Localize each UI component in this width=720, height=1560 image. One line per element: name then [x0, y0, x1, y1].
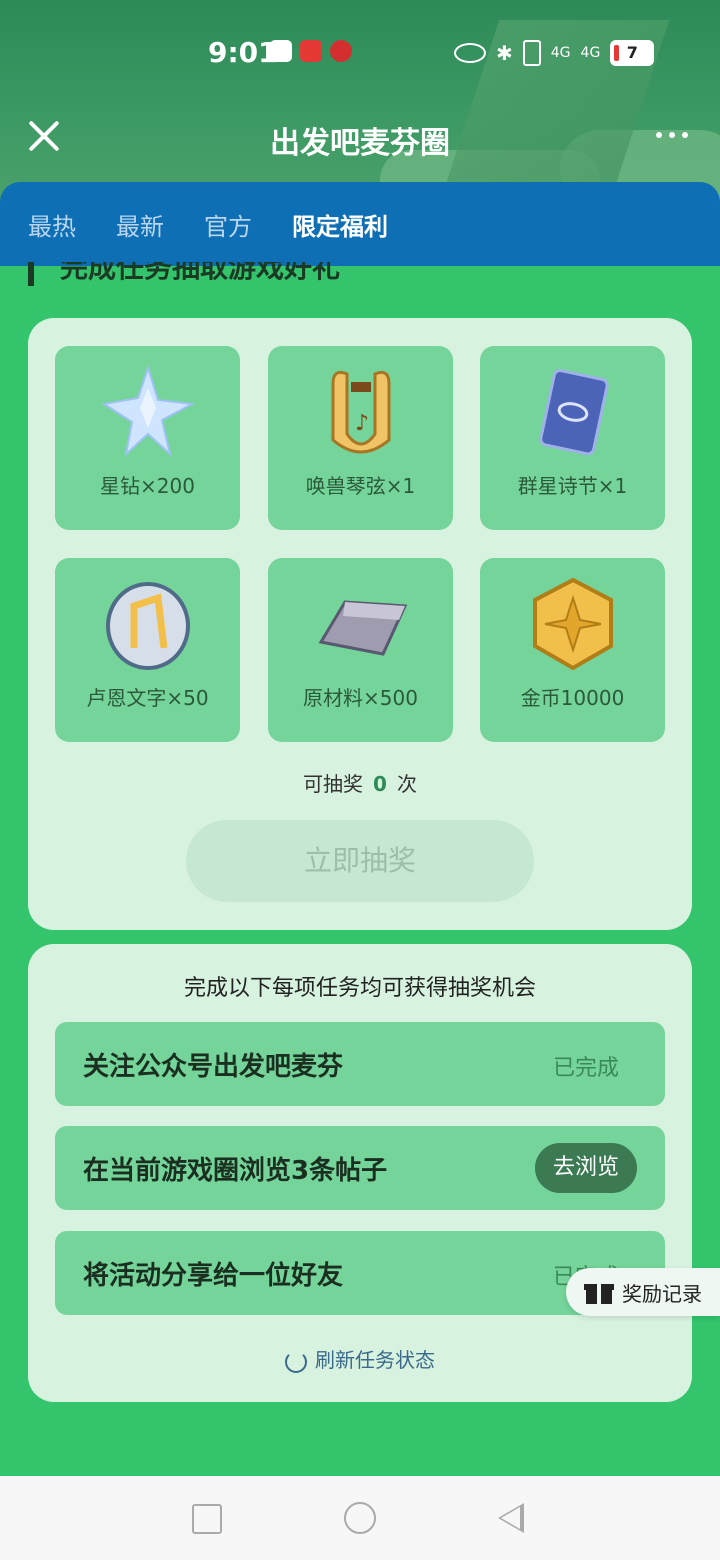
- eye-icon: [454, 43, 486, 63]
- titlebar: 出发吧麦芬圈: [0, 100, 720, 176]
- tab-official[interactable]: 官方: [204, 207, 252, 242]
- draw-count: 可抽奖 0 次: [303, 772, 417, 796]
- rune-stone-icon: [105, 582, 190, 670]
- page-title: 出发吧麦芬圈: [270, 126, 450, 161]
- home-icon[interactable]: [344, 1502, 376, 1534]
- ingot-icon: [318, 600, 407, 656]
- prize-tile: 原材料×500: [268, 558, 453, 742]
- signal-icon-2: 4G: [580, 45, 601, 61]
- app-notification-icon: [330, 40, 352, 62]
- system-nav-bar: [0, 1476, 720, 1560]
- prize-label: 原材料×500: [303, 686, 418, 710]
- task-card: 完成以下每项任务均可获得抽奖机会 关注公众号出发吧麦芬 已完成 在当前游戏圈浏览…: [28, 944, 692, 1402]
- prize-label: 星钻×200: [100, 474, 195, 498]
- prize-tile: 群星诗节×1: [480, 346, 665, 530]
- recent-apps-icon[interactable]: [192, 1504, 222, 1534]
- star-crystal-icon: [100, 364, 195, 457]
- prize-tile: ♪ 唤兽琴弦×1: [268, 346, 453, 530]
- battery-alert-icon: [300, 40, 322, 62]
- draw-count-value: 0: [373, 772, 387, 796]
- task-row: 在当前游戏圈浏览3条帖子 去浏览: [55, 1126, 665, 1210]
- tab-hottest[interactable]: 最热: [28, 207, 76, 242]
- tab-bar: 最热 最新 官方 限定福利: [0, 182, 720, 266]
- task-header: 完成以下每项任务均可获得抽奖机会: [183, 976, 536, 1001]
- refresh-task-status[interactable]: 刷新任务状态: [28, 1344, 692, 1373]
- go-browse-button[interactable]: 去浏览: [534, 1143, 637, 1193]
- draw-now-button[interactable]: 立即抽奖: [186, 820, 534, 902]
- gold-coin-icon: [532, 577, 613, 671]
- signal-icon-1: 4G: [550, 45, 571, 61]
- prize-label: 唤兽琴弦×1: [305, 474, 416, 498]
- vibrate-icon: [522, 40, 541, 66]
- tab-latest[interactable]: 最新: [116, 207, 164, 242]
- refresh-icon: [285, 1350, 307, 1373]
- tab-limited-benefits[interactable]: 限定福利: [292, 207, 388, 242]
- prize-tile: 卢恩文字×50: [55, 558, 240, 742]
- card-icon: [538, 369, 609, 456]
- status-time: 9:01: [208, 36, 278, 69]
- task-name: 关注公众号出发吧麦芬: [83, 1052, 344, 1082]
- section-title: 完成任务抽取游戏好礼: [28, 262, 340, 290]
- reward-record-button[interactable]: 奖励记录: [566, 1268, 720, 1316]
- task-row: 关注公众号出发吧麦芬 已完成: [55, 1022, 665, 1106]
- prize-label: 卢恩文字×50: [86, 686, 209, 710]
- prize-label: 群星诗节×1: [517, 474, 628, 498]
- back-icon[interactable]: [498, 1503, 524, 1533]
- lyre-icon: ♪: [331, 370, 390, 454]
- svg-text:♪: ♪: [355, 411, 369, 436]
- battery-icon: 7: [610, 40, 655, 66]
- status-bar: 9:01 ✱ 4G 4G 7: [0, 28, 720, 80]
- qq-icon: [270, 40, 292, 62]
- bluetooth-icon: ✱: [496, 41, 513, 65]
- prize-label: 金币10000: [520, 686, 625, 710]
- task-name: 将活动分享给一位好友: [83, 1261, 344, 1291]
- gift-icon: [584, 1280, 614, 1304]
- task-name: 在当前游戏圈浏览3条帖子: [83, 1156, 388, 1186]
- prize-tile: 星钻×200: [55, 346, 240, 530]
- task-status: 已完成: [552, 1056, 619, 1081]
- prize-card: 星钻×200 ♪ 唤兽琴弦×1 群星诗节×1 卢恩文字×50 原材料×500 金…: [28, 318, 692, 930]
- prize-tile: 金币10000: [480, 558, 665, 742]
- more-options-icon[interactable]: [656, 132, 688, 138]
